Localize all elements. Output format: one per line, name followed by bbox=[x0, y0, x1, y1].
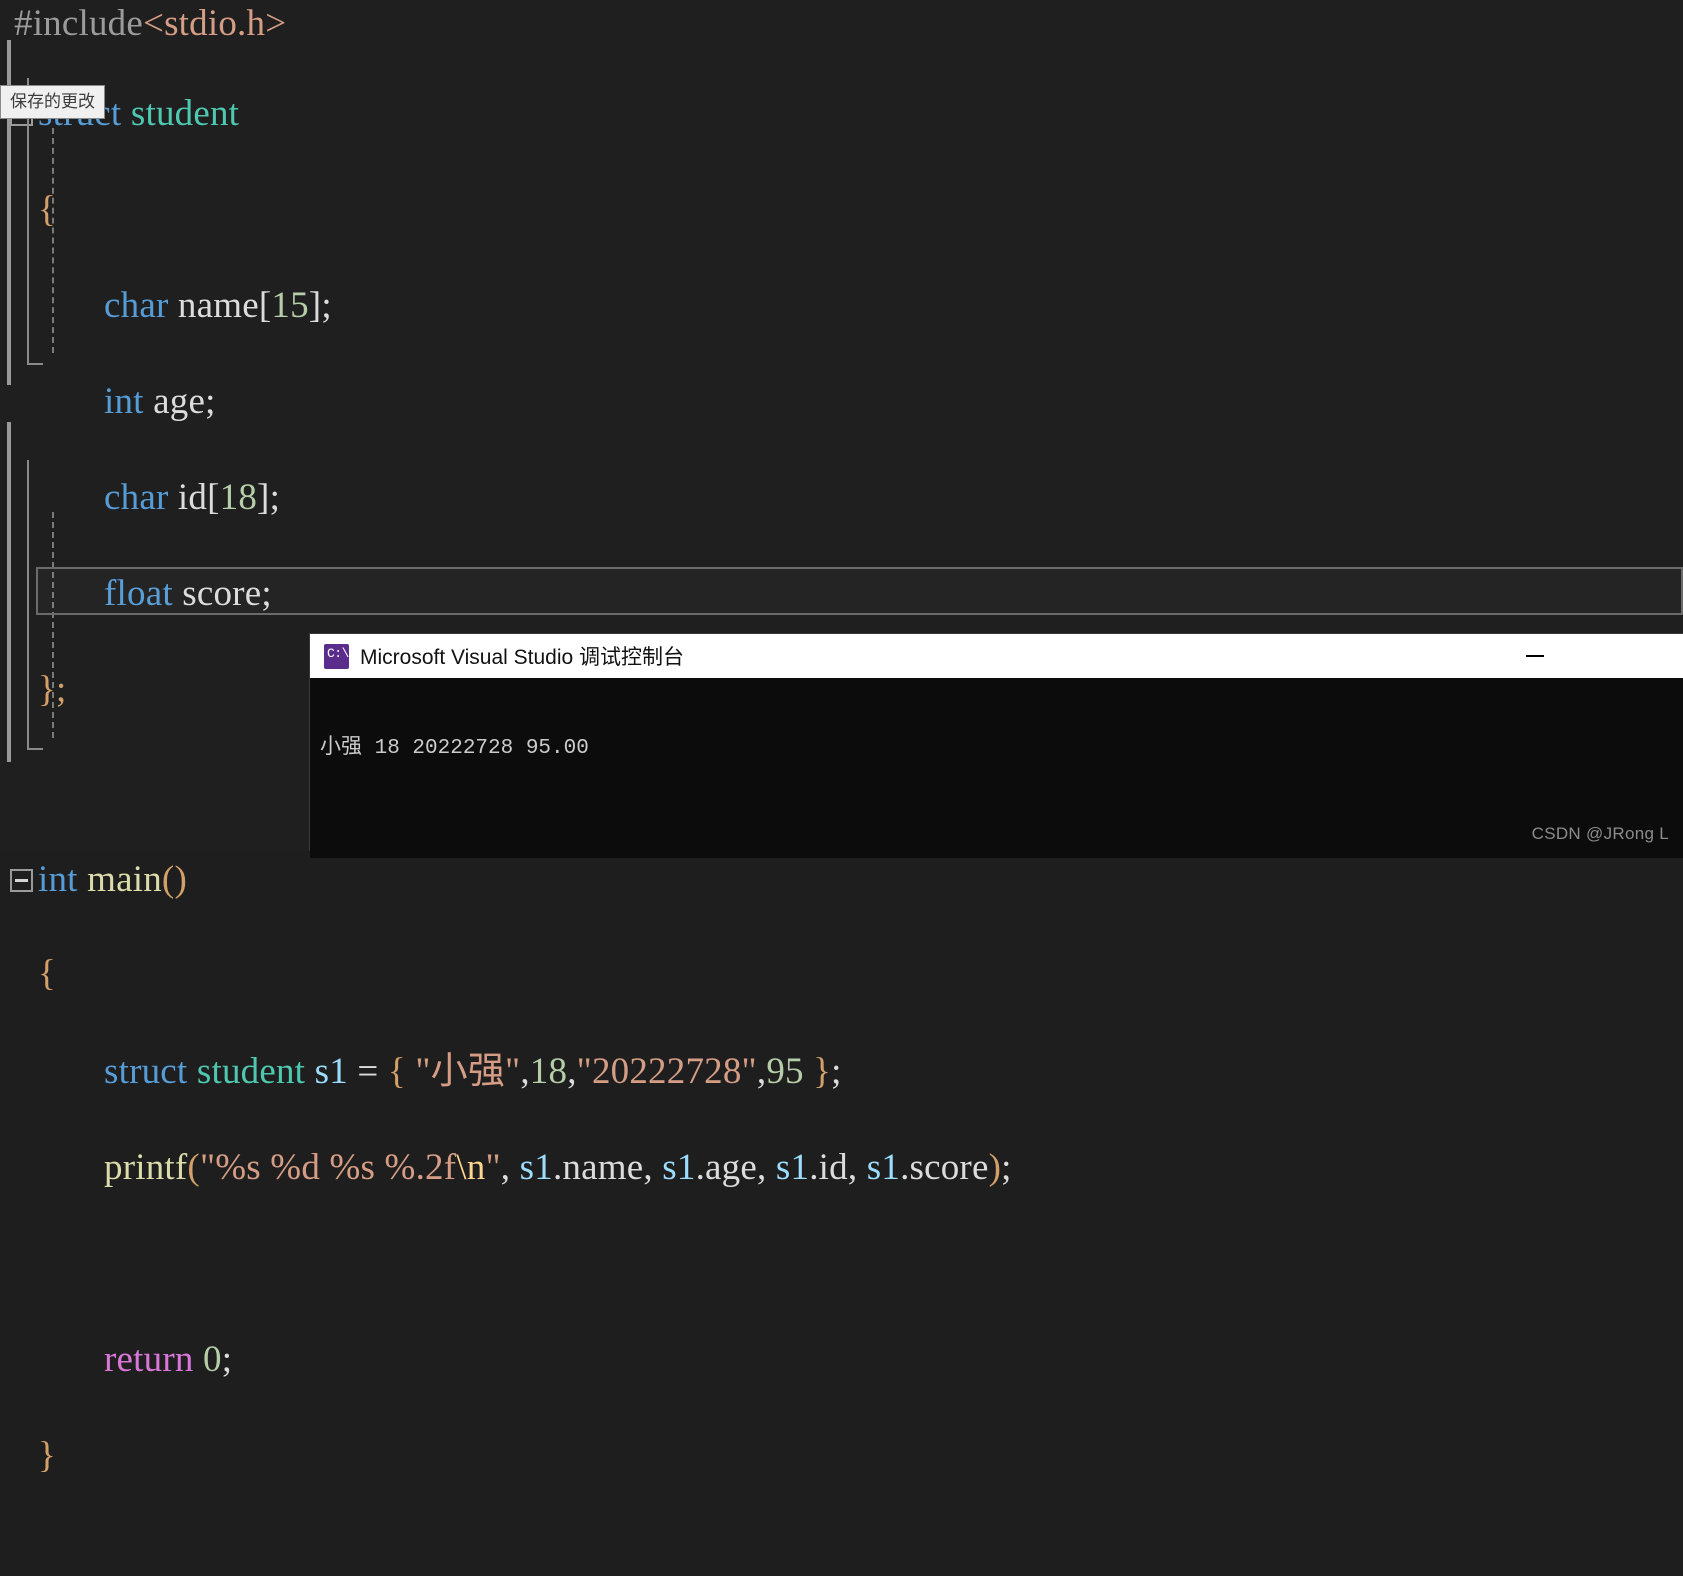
code-line-11[interactable]: { bbox=[0, 950, 1683, 998]
token-keyword-return: return bbox=[104, 1339, 194, 1380]
indent-guide-main-body bbox=[52, 512, 54, 738]
token-function-main: main bbox=[87, 859, 162, 900]
code-line-16[interactable]: } bbox=[0, 1432, 1683, 1480]
token-include-file: <stdio.h> bbox=[143, 3, 287, 44]
code-line-4[interactable]: char name[15]; bbox=[0, 282, 1683, 330]
code-line-12-text: struct student s1 = { "小强",18,"20222728"… bbox=[104, 1051, 842, 1092]
token-string-name: "小强" bbox=[415, 1051, 521, 1092]
token-identifier-name: name bbox=[177, 285, 259, 326]
token-identifier-age: age bbox=[153, 381, 206, 422]
code-line-13[interactable]: printf("%s %d %s %.2f\n", s1.name, s1.ag… bbox=[0, 1144, 1683, 1192]
token-assign: = bbox=[357, 1051, 379, 1092]
code-line-1[interactable]: #include<stdio.h> bbox=[0, 0, 1683, 48]
code-line-10-text: int main() bbox=[0, 856, 187, 904]
token-keyword-char: char bbox=[104, 477, 169, 518]
code-line-3[interactable]: { bbox=[0, 186, 1683, 234]
code-line-11-text: { bbox=[0, 950, 56, 998]
token-type-student: student bbox=[196, 1051, 306, 1092]
token-number-age: 18 bbox=[529, 1051, 568, 1092]
console-icon-glyph: C:\ bbox=[327, 645, 349, 661]
debug-console-window[interactable]: C:\ Microsoft Visual Studio 调试控制台 小强 18 … bbox=[310, 634, 1683, 858]
console-output-line-1: 小强 18 20222728 95.00 bbox=[320, 737, 589, 760]
code-line-15[interactable]: return 0; bbox=[0, 1336, 1683, 1384]
console-cmd-icon: C:\ bbox=[324, 643, 349, 669]
token-format-string: "%s %d %s %.2f bbox=[199, 1147, 457, 1188]
console-titlebar[interactable]: C:\ Microsoft Visual Studio 调试控制台 bbox=[310, 634, 1683, 678]
token-identifier-id: id bbox=[177, 477, 208, 518]
structure-guide-elbow-main bbox=[27, 748, 43, 750]
code-line-6[interactable]: char id[18]; bbox=[0, 474, 1683, 522]
token-variable-s1: s1 bbox=[314, 1051, 348, 1092]
token-parens: () bbox=[161, 859, 187, 900]
code-line-16-text: } bbox=[0, 1432, 56, 1480]
token-format-string-end: " bbox=[485, 1147, 501, 1188]
saved-changes-tooltip: 保存的更改 bbox=[0, 85, 105, 119]
console-title: Microsoft Visual Studio 调试控制台 bbox=[360, 646, 685, 669]
token-member-score: score bbox=[909, 1147, 989, 1188]
code-line-12[interactable]: struct student s1 = { "小强",18,"20222728"… bbox=[0, 1048, 1683, 1096]
token-number-score: 95 bbox=[766, 1051, 804, 1092]
code-line-6-text: char id[18]; bbox=[104, 477, 281, 518]
token-brace-open: { bbox=[38, 189, 56, 230]
token-function-printf: printf bbox=[104, 1147, 188, 1188]
current-line-highlight bbox=[36, 567, 1683, 615]
code-line-15-text: return 0; bbox=[0, 1336, 232, 1384]
token-variable-s1: s1 bbox=[519, 1147, 553, 1188]
structure-guide-main bbox=[27, 460, 29, 748]
code-line-4-text: char name[15]; bbox=[104, 285, 332, 326]
token-brace-open: { bbox=[38, 953, 56, 994]
token-member-name: name bbox=[562, 1147, 644, 1188]
token-variable-s1: s1 bbox=[775, 1147, 810, 1188]
token-type-student: student bbox=[130, 93, 240, 134]
code-line-14[interactable] bbox=[0, 1240, 1683, 1288]
code-line-13-text: printf("%s %d %s %.2f\n", s1.name, s1.ag… bbox=[104, 1147, 1012, 1188]
token-number-18: 18 bbox=[219, 477, 258, 518]
token-keyword-int: int bbox=[104, 381, 144, 422]
token-member-id: id bbox=[818, 1147, 848, 1188]
token-semicolon: ; bbox=[221, 1339, 233, 1380]
code-line-1-text: #include<stdio.h> bbox=[0, 0, 286, 48]
code-line-3-text: { bbox=[0, 186, 56, 234]
code-line-5[interactable]: int age; bbox=[0, 378, 1683, 426]
token-keyword-int: int bbox=[38, 859, 78, 900]
token-keyword-char: char bbox=[104, 285, 169, 326]
minimize-button[interactable] bbox=[1512, 634, 1558, 678]
minimize-icon bbox=[1526, 655, 1544, 657]
token-variable-s1: s1 bbox=[662, 1147, 696, 1188]
watermark: CSDN @JRong L bbox=[1531, 824, 1669, 843]
token-variable-s1: s1 bbox=[866, 1147, 901, 1188]
token-include: #include bbox=[14, 3, 144, 44]
token-number-15: 15 bbox=[271, 285, 309, 326]
code-line-5-text: int age; bbox=[104, 381, 216, 422]
code-line-10[interactable]: int main() bbox=[0, 856, 1683, 904]
code-line-8-text: }; bbox=[0, 666, 66, 714]
token-string-id: "20222728" bbox=[576, 1051, 757, 1092]
console-output[interactable]: 小强 18 20222728 95.00 D:\Is_C_code_learn\… bbox=[310, 678, 1683, 858]
token-brace-close: } bbox=[38, 1435, 56, 1476]
token-escape-newline: \n bbox=[456, 1147, 486, 1188]
token-member-age: age bbox=[705, 1147, 757, 1188]
token-number-zero: 0 bbox=[203, 1339, 222, 1380]
token-keyword-struct: struct bbox=[104, 1051, 188, 1092]
code-line-2[interactable]: struct student bbox=[0, 90, 1683, 138]
